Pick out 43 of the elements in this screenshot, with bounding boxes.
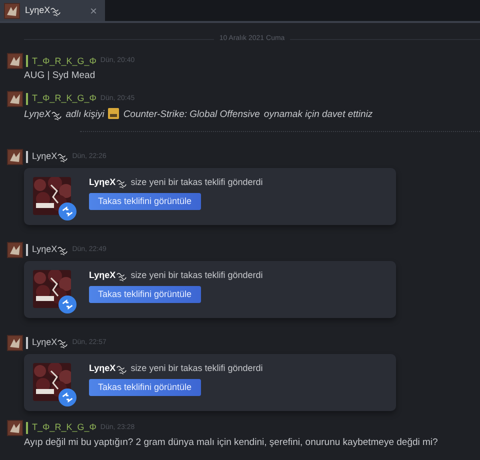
message-text: oynamak için davet ettiniz (264, 108, 373, 120)
author-name: T_Φ_R_K_G_Φ (32, 93, 96, 104)
tab-title: LyηeX (25, 4, 62, 16)
message-text: size yeni bir takas teklifi gönderdi (130, 270, 263, 280)
message-text: AUG | Syd Mead (23, 70, 96, 82)
avatar-icon[interactable] (7, 242, 23, 258)
invitee-name: LyηeX (24, 108, 51, 120)
view-offer-button[interactable]: Takas teklifini görüntüle (89, 378, 201, 396)
trade-icon (58, 294, 77, 314)
game-icon (108, 108, 120, 119)
message-text: adlı kişiyi (66, 108, 104, 120)
squiggle-icon (57, 244, 68, 256)
sender-name: LyηeX (89, 270, 116, 280)
squiggle-icon (50, 6, 62, 16)
squiggle-icon (57, 152, 68, 163)
avatar-icon[interactable] (7, 53, 23, 70)
squiggle-icon (116, 178, 127, 189)
author-name: LyηeX (32, 336, 68, 349)
avatar-icon[interactable] (4, 2, 20, 18)
game-name: Counter-Strike: Global Offensive (123, 108, 260, 120)
message-text: size yeni bir takas teklifi gönderdi (130, 362, 263, 373)
squiggle-icon (116, 270, 127, 282)
squiggle-icon (116, 364, 127, 375)
chat-tab[interactable]: LyηeX × (0, 0, 105, 21)
sender-name: LyηeX (89, 176, 116, 187)
message-text: Ayıp değil mi bu yaptığın? 2 gram dünya malı için kendini, şerefini, onurunu kaybetmeye değdi mi? (23, 436, 439, 448)
squiggle-icon (57, 338, 68, 349)
author-name: T_Φ_R_K_G_Φ (32, 56, 96, 67)
author-name: LyηeX (32, 244, 68, 256)
avatar-icon[interactable] (7, 334, 23, 351)
view-offer-button[interactable]: Takas teklifini görüntüle (89, 286, 201, 303)
trade-icon (58, 388, 77, 407)
author-name: LyηeX (32, 150, 68, 163)
avatar-icon[interactable] (7, 148, 23, 165)
avatar-icon[interactable] (7, 420, 23, 436)
message-text: size yeni bir takas teklifi gönderdi (130, 176, 263, 187)
trade-icon (58, 202, 77, 221)
close-button[interactable]: × (86, 4, 101, 16)
avatar-icon[interactable] (7, 90, 23, 107)
sender-name: LyηeX (89, 362, 116, 373)
view-offer-button[interactable]: Takas teklifini görüntüle (89, 192, 201, 210)
author-name: T_Φ_R_K_G_Φ (32, 422, 96, 434)
squiggle-icon (50, 110, 62, 121)
